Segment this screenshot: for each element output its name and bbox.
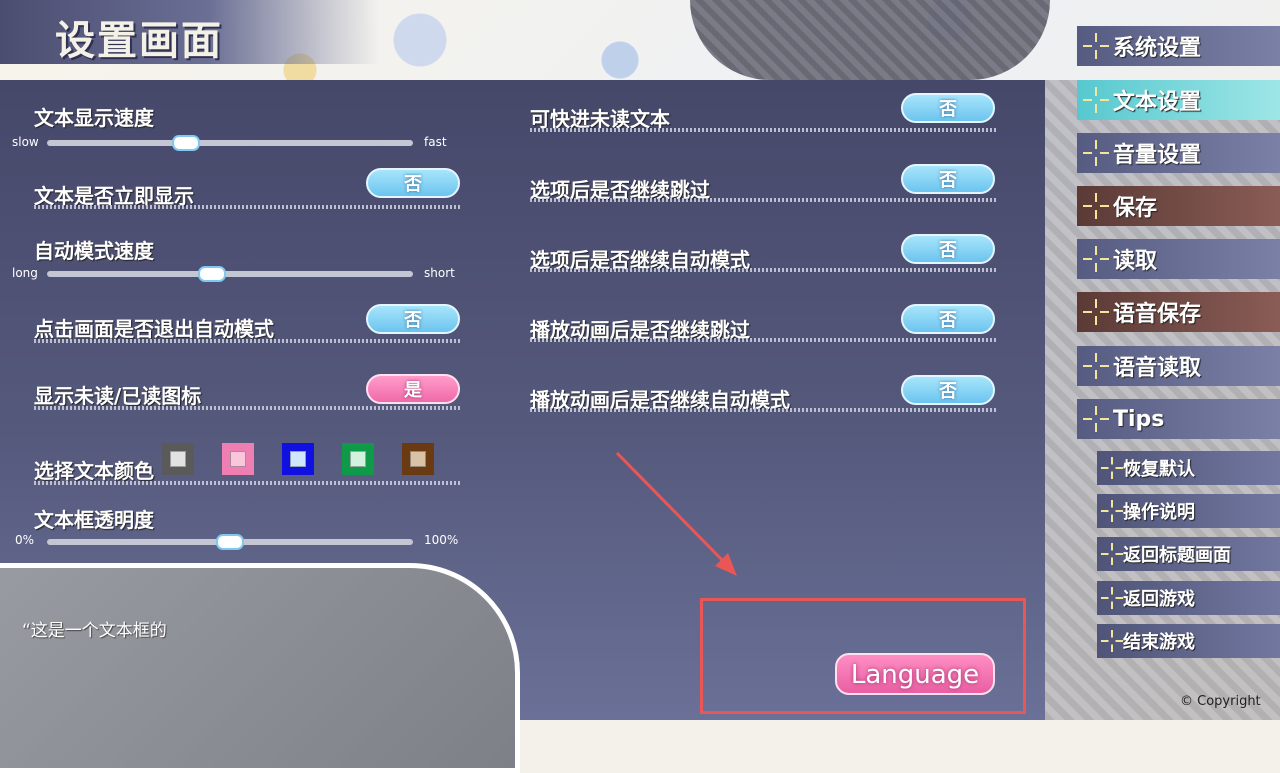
menu-volume-settings[interactable]: 音量设置 bbox=[1077, 133, 1280, 173]
menu-label: 结束游戏 bbox=[1123, 632, 1195, 653]
menu-text-settings[interactable]: 文本设置 bbox=[1077, 80, 1280, 120]
menu-label: Tips bbox=[1113, 406, 1165, 432]
menu-label: 返回标题画面 bbox=[1123, 545, 1231, 566]
menu-label: 操作说明 bbox=[1123, 502, 1195, 523]
sparkle-icon bbox=[1101, 587, 1123, 609]
menu-instructions[interactable]: 操作说明 bbox=[1097, 494, 1280, 528]
menu-voice-load[interactable]: 语音读取 bbox=[1077, 346, 1280, 386]
language-button[interactable]: Language bbox=[835, 653, 995, 695]
sparkle-icon bbox=[1083, 87, 1109, 113]
copyright-text: © Copyright bbox=[1180, 694, 1261, 709]
sparkle-icon bbox=[1101, 630, 1123, 652]
menu-voice-save[interactable]: 语音保存 bbox=[1077, 292, 1280, 332]
sparkle-icon bbox=[1083, 140, 1109, 166]
menu-label: 保存 bbox=[1113, 196, 1158, 221]
menu-return-game[interactable]: 返回游戏 bbox=[1097, 581, 1280, 615]
menu-system-settings[interactable]: 系统设置 bbox=[1077, 26, 1280, 66]
menu-restore-defaults[interactable]: 恢复默认 bbox=[1097, 451, 1280, 485]
sparkle-icon bbox=[1083, 406, 1109, 432]
menu-save[interactable]: 保存 bbox=[1077, 186, 1280, 226]
menu-label: 返回游戏 bbox=[1123, 589, 1195, 610]
sparkle-icon bbox=[1101, 543, 1123, 565]
menu-return-title[interactable]: 返回标题画面 bbox=[1097, 537, 1280, 571]
menu-label: 恢复默认 bbox=[1123, 459, 1195, 480]
sparkle-icon bbox=[1101, 457, 1123, 479]
menu-label: 音量设置 bbox=[1113, 143, 1202, 168]
menu-label: 文本设置 bbox=[1113, 90, 1202, 115]
sparkle-icon bbox=[1083, 353, 1109, 379]
sparkle-icon bbox=[1083, 193, 1109, 219]
sparkle-icon bbox=[1083, 299, 1109, 325]
sparkle-icon bbox=[1101, 500, 1123, 522]
menu-load[interactable]: 读取 bbox=[1077, 239, 1280, 279]
sparkle-icon bbox=[1083, 33, 1109, 59]
menu-quit-game[interactable]: 结束游戏 bbox=[1097, 624, 1280, 658]
menu-label: 读取 bbox=[1113, 249, 1158, 274]
menu-tips[interactable]: Tips bbox=[1077, 399, 1280, 439]
menu-label: 系统设置 bbox=[1113, 36, 1202, 61]
menu-label: 语音读取 bbox=[1113, 356, 1202, 381]
sparkle-icon bbox=[1083, 246, 1109, 272]
menu-label: 语音保存 bbox=[1113, 302, 1202, 327]
